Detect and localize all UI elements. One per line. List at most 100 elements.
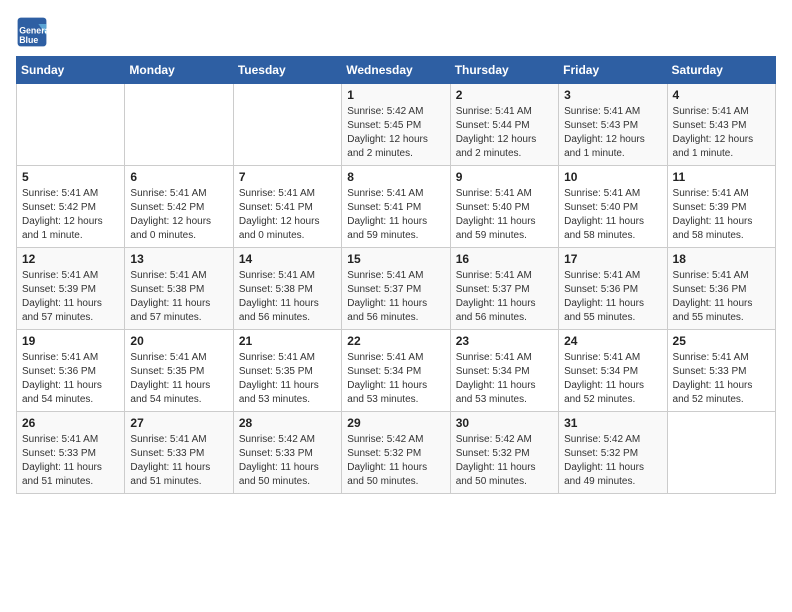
calendar-cell: 16 Sunrise: 5:41 AM Sunset: 5:37 PM Dayli… [450, 248, 558, 330]
day-info: Sunrise: 5:41 AM Sunset: 5:38 PM Dayligh… [130, 269, 227, 325]
calendar-cell: 17Sunrise: 5:41 AM Sunset: 5:36 PM Dayli… [559, 248, 667, 330]
day-number: 25 [673, 334, 770, 348]
day-info: Sunrise: 5:41 AM Sunset: 5:40 PM Dayligh… [564, 187, 661, 243]
day-info: Sunrise: 5:41 AM Sunset: 5:35 PM Dayligh… [239, 351, 336, 407]
day-info: Sunrise: 5:41 AM Sunset: 5:41 PM Dayligh… [239, 187, 336, 243]
day-info: Sunrise: 5:41 AM Sunset: 5:37 PM Dayligh… [347, 269, 444, 325]
calendar-header-row: SundayMondayTuesdayWednesdayThursdayFrid… [17, 57, 776, 84]
day-number: 16 [456, 252, 553, 266]
calendar-cell: 2Sunrise: 5:41 AM Sunset: 5:44 PM Daylig… [450, 84, 558, 166]
day-info: Sunrise: 5:42 AM Sunset: 5:33 PM Dayligh… [239, 433, 336, 489]
week-row-1: 5 Sunrise: 5:41 AM Sunset: 5:42 PM Daylig… [17, 166, 776, 248]
day-info: Sunrise: 5:41 AM Sunset: 5:33 PM Dayligh… [130, 433, 227, 489]
day-number: 15 [347, 252, 444, 266]
day-number: 1 [347, 88, 444, 102]
calendar-cell: 18 Sunrise: 5:41 AM Sunset: 5:36 PM Dayli… [667, 248, 775, 330]
calendar-cell [17, 84, 125, 166]
day-number: 5 [22, 170, 119, 184]
calendar-cell: 15 Sunrise: 5:41 AM Sunset: 5:37 PM Dayli… [342, 248, 450, 330]
calendar-cell: 25Sunrise: 5:41 AM Sunset: 5:33 PM Dayli… [667, 330, 775, 412]
day-number: 27 [130, 416, 227, 430]
day-number: 29 [347, 416, 444, 430]
day-info: Sunrise: 5:41 AM Sunset: 5:37 PM Dayligh… [456, 269, 553, 325]
calendar-cell: 31Sunrise: 5:42 AM Sunset: 5:32 PM Dayli… [559, 412, 667, 494]
calendar-cell: 29Sunrise: 5:42 AM Sunset: 5:32 PM Dayli… [342, 412, 450, 494]
calendar-cell: 20 Sunrise: 5:41 AM Sunset: 5:35 PM Dayli… [125, 330, 233, 412]
day-number: 22 [347, 334, 444, 348]
header-sunday: Sunday [17, 57, 125, 84]
day-number: 8 [347, 170, 444, 184]
calendar-cell: 3 Sunrise: 5:41 AM Sunset: 5:43 PM Daylig… [559, 84, 667, 166]
week-row-3: 19 Sunrise: 5:41 AM Sunset: 5:36 PM Dayli… [17, 330, 776, 412]
calendar-cell: 10 Sunrise: 5:41 AM Sunset: 5:40 PM Dayli… [559, 166, 667, 248]
day-info: Sunrise: 5:41 AM Sunset: 5:36 PM Dayligh… [564, 269, 661, 325]
calendar-table: SundayMondayTuesdayWednesdayThursdayFrid… [16, 56, 776, 494]
day-info: Sunrise: 5:41 AM Sunset: 5:35 PM Dayligh… [130, 351, 227, 407]
day-number: 2 [456, 88, 553, 102]
day-number: 21 [239, 334, 336, 348]
day-number: 7 [239, 170, 336, 184]
calendar-cell: 7 Sunrise: 5:41 AM Sunset: 5:41 PM Daylig… [233, 166, 341, 248]
header-monday: Monday [125, 57, 233, 84]
day-number: 26 [22, 416, 119, 430]
day-info: Sunrise: 5:41 AM Sunset: 5:34 PM Dayligh… [456, 351, 553, 407]
day-info: Sunrise: 5:41 AM Sunset: 5:33 PM Dayligh… [22, 433, 119, 489]
calendar-cell: 11 Sunrise: 5:41 AM Sunset: 5:39 PM Dayli… [667, 166, 775, 248]
day-info: Sunrise: 5:41 AM Sunset: 5:42 PM Dayligh… [22, 187, 119, 243]
day-number: 31 [564, 416, 661, 430]
calendar-cell: 28 Sunrise: 5:42 AM Sunset: 5:33 PM Dayli… [233, 412, 341, 494]
header-friday: Friday [559, 57, 667, 84]
calendar-cell: 14 Sunrise: 5:41 AM Sunset: 5:38 PM Dayli… [233, 248, 341, 330]
calendar-cell: 12 Sunrise: 5:41 AM Sunset: 5:39 PM Dayli… [17, 248, 125, 330]
day-info: Sunrise: 5:41 AM Sunset: 5:41 PM Dayligh… [347, 187, 444, 243]
logo: General Blue [16, 16, 48, 48]
day-info: Sunrise: 5:42 AM Sunset: 5:32 PM Dayligh… [456, 433, 553, 489]
day-number: 18 [673, 252, 770, 266]
day-info: Sunrise: 5:41 AM Sunset: 5:34 PM Dayligh… [347, 351, 444, 407]
day-number: 30 [456, 416, 553, 430]
day-number: 24 [564, 334, 661, 348]
day-number: 3 [564, 88, 661, 102]
calendar-cell: 22 Sunrise: 5:41 AM Sunset: 5:34 PM Dayli… [342, 330, 450, 412]
svg-text:Blue: Blue [19, 35, 38, 45]
header-saturday: Saturday [667, 57, 775, 84]
day-number: 14 [239, 252, 336, 266]
day-number: 10 [564, 170, 661, 184]
day-info: Sunrise: 5:41 AM Sunset: 5:36 PM Dayligh… [22, 351, 119, 407]
day-number: 13 [130, 252, 227, 266]
day-info: Sunrise: 5:41 AM Sunset: 5:39 PM Dayligh… [673, 187, 770, 243]
calendar-cell: 6 Sunrise: 5:41 AM Sunset: 5:42 PM Daylig… [125, 166, 233, 248]
calendar-cell: 26 Sunrise: 5:41 AM Sunset: 5:33 PM Dayli… [17, 412, 125, 494]
calendar-cell: 23 Sunrise: 5:41 AM Sunset: 5:34 PM Dayli… [450, 330, 558, 412]
calendar-cell: 8 Sunrise: 5:41 AM Sunset: 5:41 PM Daylig… [342, 166, 450, 248]
week-row-0: 1 Sunrise: 5:42 AM Sunset: 5:45 PM Daylig… [17, 84, 776, 166]
day-number: 4 [673, 88, 770, 102]
day-info: Sunrise: 5:41 AM Sunset: 5:34 PM Dayligh… [564, 351, 661, 407]
calendar-cell: 21 Sunrise: 5:41 AM Sunset: 5:35 PM Dayli… [233, 330, 341, 412]
calendar-cell: 19 Sunrise: 5:41 AM Sunset: 5:36 PM Dayli… [17, 330, 125, 412]
day-number: 9 [456, 170, 553, 184]
page-header: General Blue [16, 16, 776, 48]
calendar-cell: 5 Sunrise: 5:41 AM Sunset: 5:42 PM Daylig… [17, 166, 125, 248]
day-number: 28 [239, 416, 336, 430]
day-info: Sunrise: 5:41 AM Sunset: 5:36 PM Dayligh… [673, 269, 770, 325]
calendar-cell [233, 84, 341, 166]
day-number: 11 [673, 170, 770, 184]
calendar-cell: 27 Sunrise: 5:41 AM Sunset: 5:33 PM Dayli… [125, 412, 233, 494]
day-info: Sunrise: 5:41 AM Sunset: 5:39 PM Dayligh… [22, 269, 119, 325]
day-info: Sunrise: 5:42 AM Sunset: 5:45 PM Dayligh… [347, 105, 444, 161]
day-number: 23 [456, 334, 553, 348]
day-number: 6 [130, 170, 227, 184]
calendar-cell: 30 Sunrise: 5:42 AM Sunset: 5:32 PM Dayli… [450, 412, 558, 494]
calendar-cell [125, 84, 233, 166]
day-number: 12 [22, 252, 119, 266]
day-number: 19 [22, 334, 119, 348]
day-info: Sunrise: 5:41 AM Sunset: 5:38 PM Dayligh… [239, 269, 336, 325]
calendar-cell: 4 Sunrise: 5:41 AM Sunset: 5:43 PM Daylig… [667, 84, 775, 166]
day-info: Sunrise: 5:41 AM Sunset: 5:43 PM Dayligh… [564, 105, 661, 161]
day-info: Sunrise: 5:41 AM Sunset: 5:42 PM Dayligh… [130, 187, 227, 243]
day-number: 20 [130, 334, 227, 348]
day-info: Sunrise: 5:41 AM Sunset: 5:43 PM Dayligh… [673, 105, 770, 161]
week-row-4: 26 Sunrise: 5:41 AM Sunset: 5:33 PM Dayli… [17, 412, 776, 494]
calendar-cell: 9Sunrise: 5:41 AM Sunset: 5:40 PM Daylig… [450, 166, 558, 248]
